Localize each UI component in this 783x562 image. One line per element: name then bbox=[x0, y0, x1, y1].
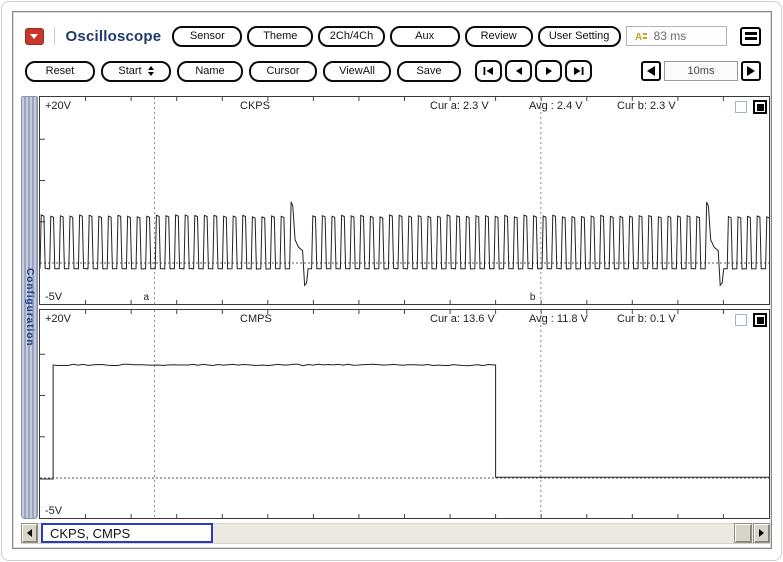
scroll-left-button[interactable] bbox=[21, 523, 38, 543]
timebase-increase-button[interactable] bbox=[741, 61, 761, 81]
channel-1-avg-value: Avg : 2.4 V bbox=[529, 100, 583, 112]
channel-2-avg-value: Avg : 11.8 V bbox=[529, 313, 588, 325]
user-setting-button[interactable]: User Setting bbox=[538, 26, 621, 47]
channel-mode-button[interactable]: 2Ch/4Ch bbox=[318, 26, 384, 47]
save-button[interactable]: Save bbox=[397, 61, 461, 82]
scroll-right-button[interactable] bbox=[753, 523, 770, 543]
oscilloscope-window: Oscilloscope Sensor Theme 2Ch/4Ch Aux Re… bbox=[12, 11, 772, 549]
skip-first-icon bbox=[483, 66, 494, 76]
aux-button[interactable]: Aux bbox=[390, 26, 460, 47]
time-marker-icon: A bbox=[635, 30, 648, 43]
start-button[interactable]: Start bbox=[101, 61, 171, 82]
channel-1-cursor-a-value: Cur a: 2.3 V bbox=[430, 100, 489, 112]
step-back-icon bbox=[514, 66, 524, 76]
cursor-a-label[interactable]: a bbox=[142, 292, 150, 303]
configuration-tab[interactable]: Configuration bbox=[21, 96, 38, 519]
review-button[interactable]: Review bbox=[465, 26, 533, 47]
top-toolbar: Oscilloscope Sensor Theme 2Ch/4Ch Aux Re… bbox=[25, 25, 761, 47]
skip-first-button[interactable] bbox=[475, 60, 502, 82]
channel-2-name-label: CMPS bbox=[240, 313, 272, 325]
channel-1-vmax-label: +20V bbox=[45, 100, 71, 112]
sensor-button[interactable]: Sensor bbox=[172, 26, 242, 47]
channel-1-select-checkbox[interactable] bbox=[735, 101, 747, 113]
step-forward-button[interactable] bbox=[535, 60, 562, 82]
channel-2-cursor-b-value: Cur b: 0.1 V bbox=[617, 313, 676, 325]
arrow-left-icon bbox=[646, 65, 656, 77]
step-forward-icon bbox=[544, 66, 554, 76]
channel-2-panel: +20V CMPS Cur a: 13.6 V Avg : 11.8 V Cur… bbox=[39, 309, 770, 519]
toolbar-divider bbox=[54, 27, 55, 45]
channel-1-panel: +20V CKPS Cur a: 2.3 V Avg : 2.4 V Cur b… bbox=[39, 96, 770, 305]
ckps-waveform bbox=[40, 97, 769, 304]
active-channels-box[interactable]: CKPS, CMPS bbox=[41, 523, 213, 543]
skip-last-button[interactable] bbox=[565, 60, 592, 82]
elapsed-time-display: A 83 ms bbox=[626, 26, 728, 46]
channel-1-name-label: CKPS bbox=[240, 100, 270, 112]
step-back-button[interactable] bbox=[505, 60, 532, 82]
channel-2-cursor-a-value: Cur a: 13.6 V bbox=[430, 313, 495, 325]
scroll-left-icon bbox=[27, 529, 32, 537]
caret-down-icon bbox=[30, 34, 38, 39]
channel-1-vmin-label: -5V bbox=[45, 291, 62, 303]
list-icon bbox=[745, 32, 757, 35]
svg-text:A: A bbox=[635, 32, 642, 43]
timeline-scrollbar: CKPS, CMPS bbox=[21, 523, 770, 544]
timebase-value: 10ms bbox=[664, 61, 738, 81]
reset-button[interactable]: Reset bbox=[25, 61, 95, 82]
display-list-button[interactable] bbox=[740, 27, 761, 46]
timebase-decrease-button[interactable] bbox=[641, 61, 661, 81]
channel-1-enabled-checkbox[interactable] bbox=[753, 100, 767, 114]
page-title: Oscilloscope bbox=[66, 28, 162, 45]
app-menu-button[interactable] bbox=[25, 28, 44, 45]
cmps-waveform bbox=[40, 310, 769, 518]
channel-2-vmax-label: +20V bbox=[45, 313, 71, 325]
screen: Oscilloscope Sensor Theme 2Ch/4Ch Aux Re… bbox=[0, 0, 783, 562]
cursor-button[interactable]: Cursor bbox=[249, 61, 317, 82]
start-spinner-icon bbox=[148, 66, 154, 76]
channel-1-cursor-b-value: Cur b: 2.3 V bbox=[617, 100, 676, 112]
timebase-control: 10ms bbox=[641, 61, 761, 81]
scrollbar-thumb[interactable] bbox=[734, 523, 752, 543]
channel-2-enabled-checkbox[interactable] bbox=[753, 313, 767, 327]
channel-2-vmin-label: -5V bbox=[45, 505, 62, 517]
second-toolbar: Reset Start Name Cursor ViewAll Save bbox=[25, 60, 761, 82]
playback-controls bbox=[475, 60, 592, 82]
name-button[interactable]: Name bbox=[177, 61, 243, 82]
cursor-b-label[interactable]: b bbox=[529, 292, 537, 303]
viewall-button[interactable]: ViewAll bbox=[323, 61, 391, 82]
theme-button[interactable]: Theme bbox=[247, 26, 313, 47]
configuration-tab-label: Configuration bbox=[24, 268, 35, 347]
channel-2-select-checkbox[interactable] bbox=[735, 314, 747, 326]
skip-last-icon bbox=[573, 66, 584, 76]
elapsed-time-value: 83 ms bbox=[654, 29, 687, 43]
arrow-right-icon bbox=[746, 65, 756, 77]
scroll-right-icon bbox=[759, 529, 764, 537]
